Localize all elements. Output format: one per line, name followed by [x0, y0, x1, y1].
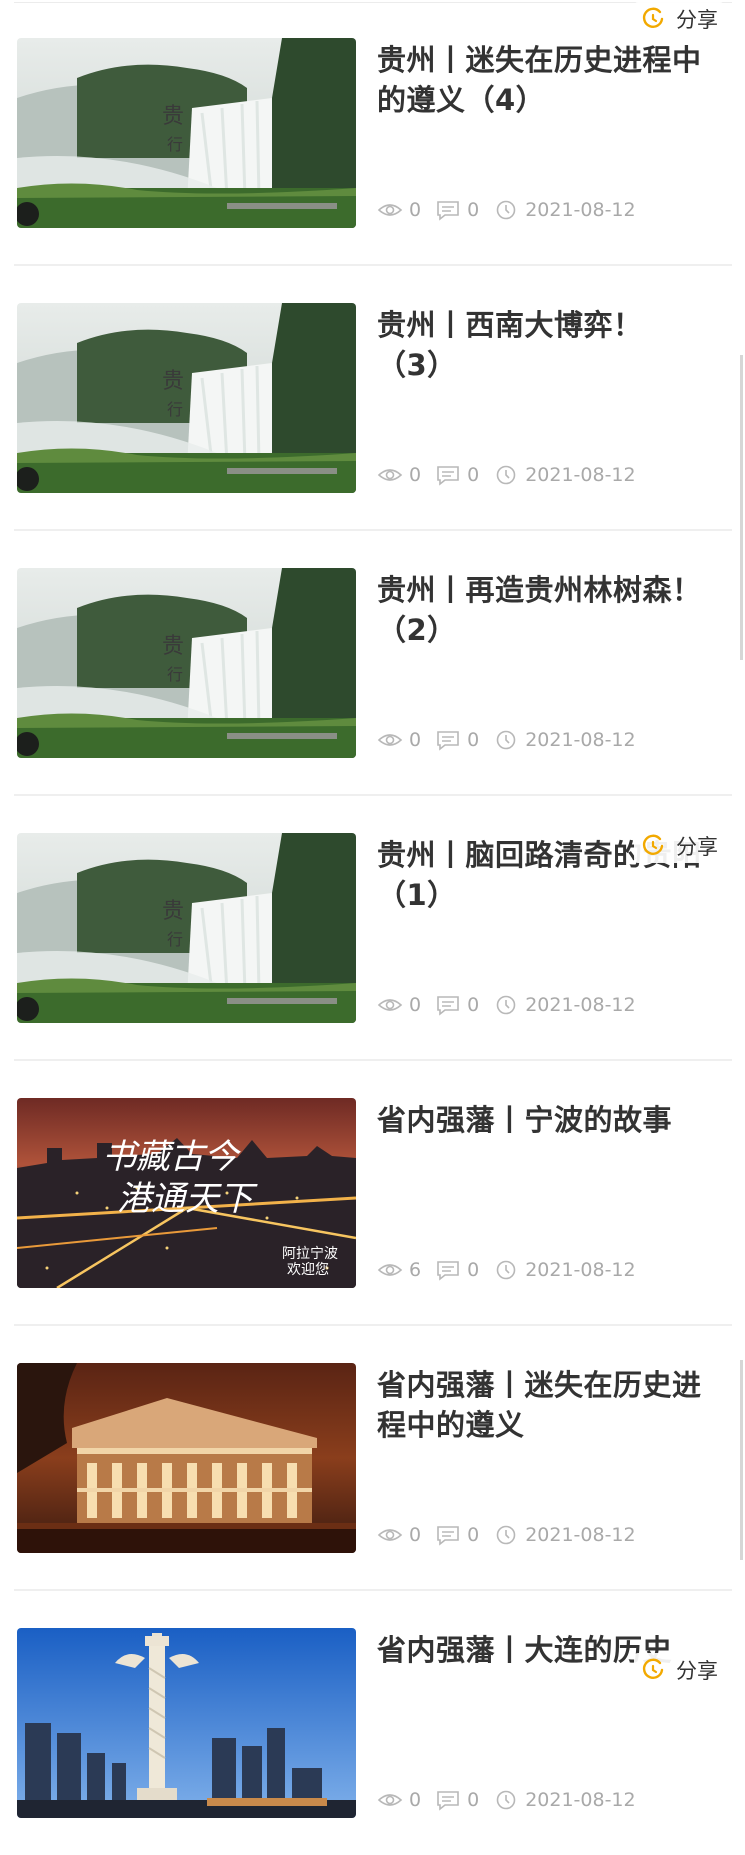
share-label: 分享: [676, 835, 718, 859]
article-meta: 0 0 2021-08-12: [377, 197, 650, 223]
svg-text:贵: 贵: [162, 899, 184, 924]
svg-text:贵: 贵: [162, 369, 184, 394]
article-thumbnail[interactable]: [17, 1628, 356, 1818]
view-count: 6: [409, 1259, 422, 1281]
article-title[interactable]: 贵州丨再造贵州林树森！ （2）: [377, 570, 707, 650]
svg-text:行: 行: [167, 400, 183, 419]
article-thumbnail[interactable]: 书藏古今 港通天下 阿拉宁波 欢迎您: [17, 1098, 356, 1288]
view-count: 0: [409, 1789, 422, 1811]
article-thumbnail[interactable]: 贵 行: [17, 568, 356, 758]
svg-text:贵: 贵: [162, 104, 184, 129]
article-card[interactable]: 省内强藩丨迷失在历史进程中的遵义 0 0 2021-08-12: [0, 1325, 745, 1591]
eye-icon: [377, 729, 403, 751]
svg-text:书藏古今: 书藏古今: [102, 1137, 241, 1177]
waterfall-image: 贵 行: [17, 833, 356, 1023]
view-count: 0: [409, 1524, 422, 1546]
article-title[interactable]: 省内强藩丨迷失在历史进程中的遵义: [377, 1365, 707, 1445]
article-card[interactable]: 省内强藩丨大连的历史 0 0 2021-08-12: [0, 1590, 745, 1855]
eye-icon: [377, 199, 403, 221]
comment-icon: [435, 729, 461, 751]
monument-image: [17, 1628, 356, 1818]
svg-text:阿拉宁波: 阿拉宁波: [282, 1245, 338, 1262]
comment-icon: [435, 1789, 461, 1811]
publish-date: 2021-08-12: [525, 199, 636, 221]
publish-date: 2021-08-12: [525, 1259, 636, 1281]
article-meta: 0 0 2021-08-12: [377, 1522, 650, 1548]
historic-building-image: [17, 1363, 356, 1553]
svg-text:港通天下: 港通天下: [117, 1179, 258, 1219]
svg-text:行: 行: [167, 665, 183, 684]
svg-text:行: 行: [167, 135, 183, 154]
share-label: 分享: [676, 1659, 718, 1683]
clock-icon: [493, 199, 519, 221]
waterfall-image: 贵 行: [17, 38, 356, 228]
comment-icon: [435, 1259, 461, 1281]
article-thumbnail[interactable]: 贵 行: [17, 833, 356, 1023]
article-meta: 0 0 2021-08-12: [377, 992, 650, 1018]
view-count: 0: [409, 199, 422, 221]
comment-count: 0: [467, 994, 480, 1016]
article-thumbnail[interactable]: 贵 行: [17, 38, 356, 228]
publish-date: 2021-08-12: [525, 464, 636, 486]
publish-date: 2021-08-12: [525, 1524, 636, 1546]
scrollbar[interactable]: [740, 355, 743, 660]
article-card[interactable]: 书藏古今 港通天下 阿拉宁波 欢迎您 省内强藩丨宁波的故事 6 0 2021-0…: [0, 1060, 745, 1326]
publish-date: 2021-08-12: [525, 729, 636, 751]
article-meta: 0 0 2021-08-12: [377, 727, 650, 753]
article-title[interactable]: 贵州丨西南大博弈！（3）: [377, 305, 707, 385]
city-night-image: 书藏古今 港通天下 阿拉宁波 欢迎您: [17, 1098, 356, 1288]
share-button[interactable]: 分享: [634, 1653, 724, 1687]
svg-text:行: 行: [167, 930, 183, 949]
comment-icon: [435, 199, 461, 221]
view-count: 0: [409, 729, 422, 751]
comment-icon: [435, 994, 461, 1016]
article-title[interactable]: 省内强藩丨宁波的故事: [377, 1100, 707, 1140]
eye-icon: [377, 1789, 403, 1811]
eye-icon: [377, 994, 403, 1016]
comment-count: 0: [467, 1789, 480, 1811]
article-title[interactable]: 贵州丨迷失在历史进程中的遵义（4）: [377, 40, 707, 120]
waterfall-image: 贵 行: [17, 568, 356, 758]
comment-count: 0: [467, 199, 480, 221]
share-button[interactable]: 分享: [634, 829, 724, 863]
clock-icon: [493, 1524, 519, 1546]
view-count: 0: [409, 464, 422, 486]
svg-text:欢迎您: 欢迎您: [287, 1261, 329, 1278]
scrollbar[interactable]: [740, 1360, 743, 1560]
article-thumbnail[interactable]: 贵 行: [17, 303, 356, 493]
clock-icon: [493, 464, 519, 486]
eye-icon: [377, 464, 403, 486]
svg-text:贵: 贵: [162, 634, 184, 659]
article-meta: 6 0 2021-08-12: [377, 1257, 650, 1283]
comment-count: 0: [467, 729, 480, 751]
clock-icon: [493, 729, 519, 751]
comment-count: 0: [467, 1259, 480, 1281]
share-icon: [640, 6, 666, 32]
view-count: 0: [409, 994, 422, 1016]
share-icon: [640, 833, 666, 859]
comment-icon: [435, 1524, 461, 1546]
share-icon: [640, 1657, 666, 1683]
eye-icon: [377, 1259, 403, 1281]
comment-count: 0: [467, 1524, 480, 1546]
article-meta: 0 0 2021-08-12: [377, 462, 650, 488]
article-thumbnail[interactable]: [17, 1363, 356, 1553]
publish-date: 2021-08-12: [525, 994, 636, 1016]
article-card[interactable]: 贵 行 贵州丨迷失在历史进程中的遵义（4） 0 0 2021-08-12: [0, 0, 745, 266]
article-card[interactable]: 贵 行 贵州丨西南大博弈！（3） 0 0 2021-08-12: [0, 265, 745, 531]
clock-icon: [493, 1789, 519, 1811]
clock-icon: [493, 994, 519, 1016]
publish-date: 2021-08-12: [525, 1789, 636, 1811]
share-label: 分享: [676, 8, 718, 32]
article-feed: 贵 行 贵州丨迷失在历史进程中的遵义（4） 0 0 2021-08-12 贵 行…: [0, 0, 745, 1850]
share-button[interactable]: 分享: [634, 2, 724, 36]
comment-icon: [435, 464, 461, 486]
comment-count: 0: [467, 464, 480, 486]
article-card[interactable]: 贵 行 贵州丨再造贵州林树森！ （2） 0 0 2021-08-12: [0, 530, 745, 796]
clock-icon: [493, 1259, 519, 1281]
article-meta: 0 0 2021-08-12: [377, 1787, 650, 1813]
waterfall-image: 贵 行: [17, 303, 356, 493]
eye-icon: [377, 1524, 403, 1546]
